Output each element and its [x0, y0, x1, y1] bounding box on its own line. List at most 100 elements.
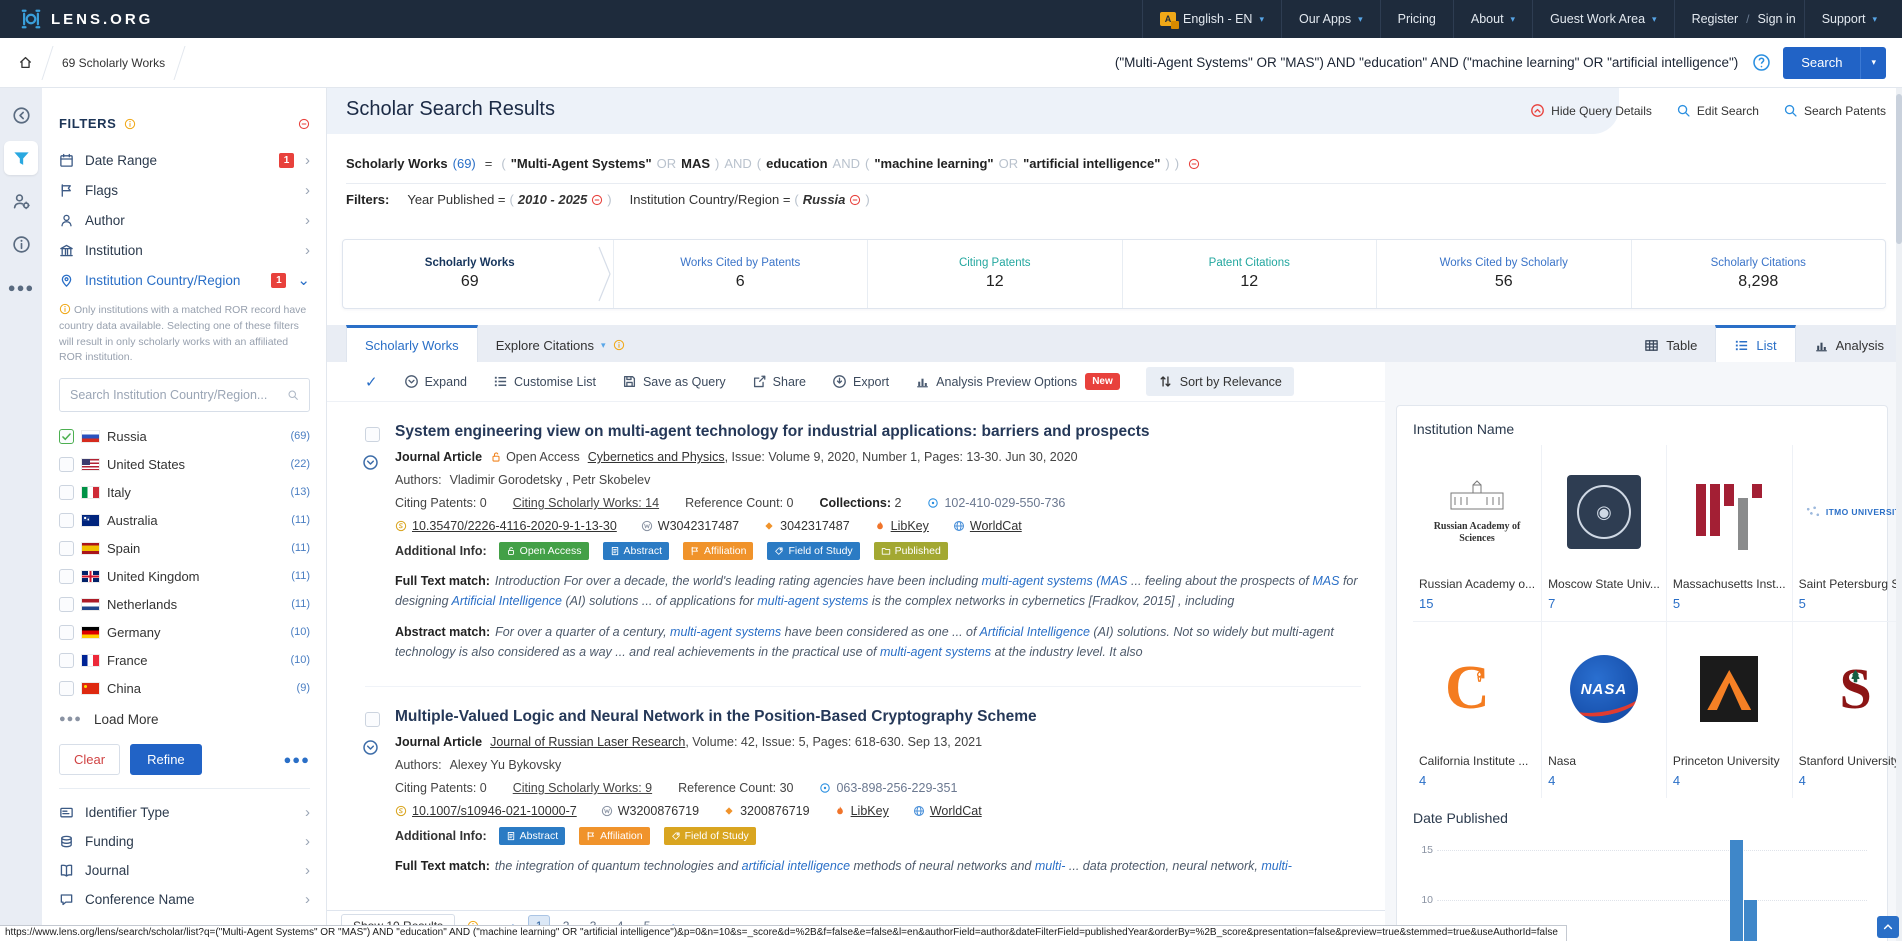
query-help-icon[interactable]	[1752, 53, 1771, 72]
refine-button[interactable]: Refine	[130, 744, 202, 775]
expand-result-icon[interactable]	[362, 739, 379, 761]
identifier-worldcat[interactable]: WorldCat	[913, 804, 982, 818]
nav-register[interactable]: Register	[1674, 0, 1747, 38]
collapse-sidebar-button[interactable]	[4, 98, 38, 132]
checkbox-russia[interactable]	[59, 429, 74, 444]
nav-sign-in[interactable]: Sign in	[1749, 0, 1803, 38]
more-options-button[interactable]: ●●●	[283, 752, 310, 767]
remove-query-icon[interactable]	[1188, 158, 1200, 170]
checkbox-france[interactable]	[59, 653, 74, 668]
nav-guest-work-area[interactable]: Guest Work Area▾	[1532, 0, 1673, 38]
metric-citing-scholarly-works[interactable]: Citing Scholarly Works: 14	[513, 496, 659, 510]
result-checkbox[interactable]	[365, 712, 380, 727]
save-as-query-button[interactable]: Save as Query	[622, 374, 726, 389]
sidebar-item-journal[interactable]: Journal›	[59, 856, 310, 885]
institution-tile-california-institute[interactable]: CCalifornia Institute ...4	[1413, 621, 1541, 798]
institution-tile-moscow-state-univ[interactable]: ◉Moscow State Univ...7	[1541, 445, 1666, 621]
tab-explore-citations[interactable]: Explore Citations▾	[478, 325, 643, 362]
identifier-10-1007-s10946-021-10000-7[interactable]: 10.1007/s10946-021-10000-7	[395, 804, 577, 818]
badge-abstract[interactable]: Abstract	[499, 827, 566, 845]
sidebar-item-date-range[interactable]: Date Range1›	[59, 145, 310, 175]
info-icon[interactable]	[124, 118, 136, 130]
result-checkbox[interactable]	[365, 427, 380, 442]
stat-works-cited-by-scholarly[interactable]: Works Cited by Scholarly56	[1376, 240, 1631, 308]
query-result-count[interactable]: (69)	[453, 156, 476, 171]
sidebar-item-flags[interactable]: Flags›	[59, 175, 310, 205]
filters-rail-button[interactable]	[4, 141, 38, 175]
search-query[interactable]: ("Multi-Agent Systems" OR "MAS") AND "ed…	[224, 55, 1738, 70]
badge-affiliation[interactable]: Affiliation	[579, 827, 649, 845]
badge-affiliation[interactable]: Affiliation	[683, 542, 753, 560]
journal-link[interactable]: Cybernetics and Physics	[588, 450, 725, 464]
identifier-libkey[interactable]: LibKey	[874, 519, 929, 533]
identifier-w3042317487[interactable]: W3042317487	[641, 519, 739, 533]
clear-all-filters-icon[interactable]	[298, 118, 310, 130]
tab-scholarly-works[interactable]: Scholarly Works	[346, 325, 478, 362]
sort-by-relevance-button[interactable]: Sort by Relevance	[1146, 367, 1294, 396]
checkbox-netherlands[interactable]	[59, 597, 74, 612]
info-rail-button[interactable]	[4, 227, 38, 261]
export-button[interactable]: Export	[832, 374, 889, 389]
stat-scholarly-works[interactable]: Scholarly Works69	[343, 240, 597, 308]
sidebar-item-institution-country-region[interactable]: Institution Country/Region1⌄	[59, 265, 310, 295]
identifier-3042317487[interactable]: 3042317487	[763, 519, 850, 533]
remove-filter-icon[interactable]	[591, 194, 603, 206]
stat-citing-patents[interactable]: Citing Patents12	[867, 240, 1122, 308]
checkbox-italy[interactable]	[59, 485, 74, 500]
stat-scholarly-citations[interactable]: Scholarly Citations8,298	[1631, 240, 1886, 308]
country-search-input[interactable]: Search Institution Country/Region...	[59, 378, 310, 412]
account-rail-button[interactable]	[4, 184, 38, 218]
expand-button[interactable]: Expand	[404, 374, 467, 389]
nav-about[interactable]: About▾	[1453, 0, 1532, 38]
nav-our-apps[interactable]: Our Apps▾	[1281, 0, 1380, 38]
sidebar-item-author[interactable]: Author›	[59, 205, 310, 235]
authors-names[interactable]: Alexey Yu Bykovsky	[450, 758, 562, 772]
checkbox-china[interactable]	[59, 681, 74, 696]
stat-works-cited-by-patents[interactable]: Works Cited by Patents6	[613, 240, 868, 308]
sidebar-item-institution[interactable]: Institution›	[59, 235, 310, 265]
chart-bar-2022[interactable]	[1744, 900, 1757, 941]
badge-published[interactable]: Published	[874, 542, 948, 560]
customise-list-button[interactable]: Customise List	[493, 374, 596, 389]
identifier-w3200876719[interactable]: W3200876719	[601, 804, 699, 818]
identifier-10-35470-2226-4116-2020-9-1-13-30[interactable]: 10.35470/2226-4116-2020-9-1-13-30	[395, 519, 617, 533]
edit-search-link[interactable]: Edit Search	[1676, 103, 1759, 118]
journal-link[interactable]: Journal of Russian Laser Research	[490, 735, 685, 749]
institution-tile-princeton-university[interactable]: Princeton University4	[1666, 621, 1792, 798]
remove-filter-icon[interactable]	[849, 194, 861, 206]
checkbox-australia[interactable]	[59, 513, 74, 528]
expand-result-icon[interactable]	[362, 454, 379, 476]
institution-tile-nasa[interactable]: NASANasa4	[1541, 621, 1666, 798]
tab-table[interactable]: Table	[1626, 325, 1715, 362]
checkbox-germany[interactable]	[59, 625, 74, 640]
identifier-3200876719[interactable]: 3200876719	[723, 804, 810, 818]
lens-logo[interactable]: LENS.ORG	[0, 0, 173, 38]
home-icon[interactable]	[18, 55, 33, 70]
breadcrumb[interactable]: 69 Scholarly Works	[62, 56, 165, 70]
nav-support[interactable]: Support▾	[1804, 0, 1894, 38]
select-all-check-icon[interactable]: ✓	[365, 373, 378, 391]
chart-bar-2021[interactable]	[1730, 840, 1743, 941]
result-title[interactable]: Multiple-Valued Logic and Neural Network…	[395, 708, 1361, 726]
scrollbar-thumb[interactable]	[1896, 94, 1902, 244]
share-button[interactable]: Share	[752, 374, 806, 389]
checkbox-united-states[interactable]	[59, 457, 74, 472]
page-scrollbar[interactable]	[1896, 88, 1902, 941]
sidebar-item-funding[interactable]: Funding›	[59, 827, 310, 856]
authors-names[interactable]: Vladimir Gorodetsky , Petr Skobelev	[450, 473, 651, 487]
identifier-libkey[interactable]: LibKey	[834, 804, 889, 818]
checkbox-united-kingdom[interactable]	[59, 569, 74, 584]
load-more-button[interactable]: ●●● Load More	[59, 704, 310, 734]
institution-tile-massachusetts-inst[interactable]: Massachusetts Inst...5	[1666, 445, 1792, 621]
sidebar-item-conference-name[interactable]: Conference Name›	[59, 885, 310, 914]
tab-analysis[interactable]: Analysis	[1796, 325, 1902, 362]
clear-button[interactable]: Clear	[59, 744, 120, 775]
badge-field-of-study[interactable]: Field of Study	[664, 827, 756, 845]
checkbox-spain[interactable]	[59, 541, 74, 556]
badge-field-of-study[interactable]: Field of Study	[767, 542, 859, 560]
badge-open-access[interactable]: Open Access	[499, 542, 589, 560]
institution-tile-stanford-university[interactable]: SStanford University4	[1792, 621, 1902, 798]
search-dropdown-button[interactable]: ▾	[1860, 47, 1886, 79]
search-button[interactable]: Search ▾	[1783, 47, 1886, 79]
search-patents-link[interactable]: Search Patents	[1783, 103, 1886, 118]
